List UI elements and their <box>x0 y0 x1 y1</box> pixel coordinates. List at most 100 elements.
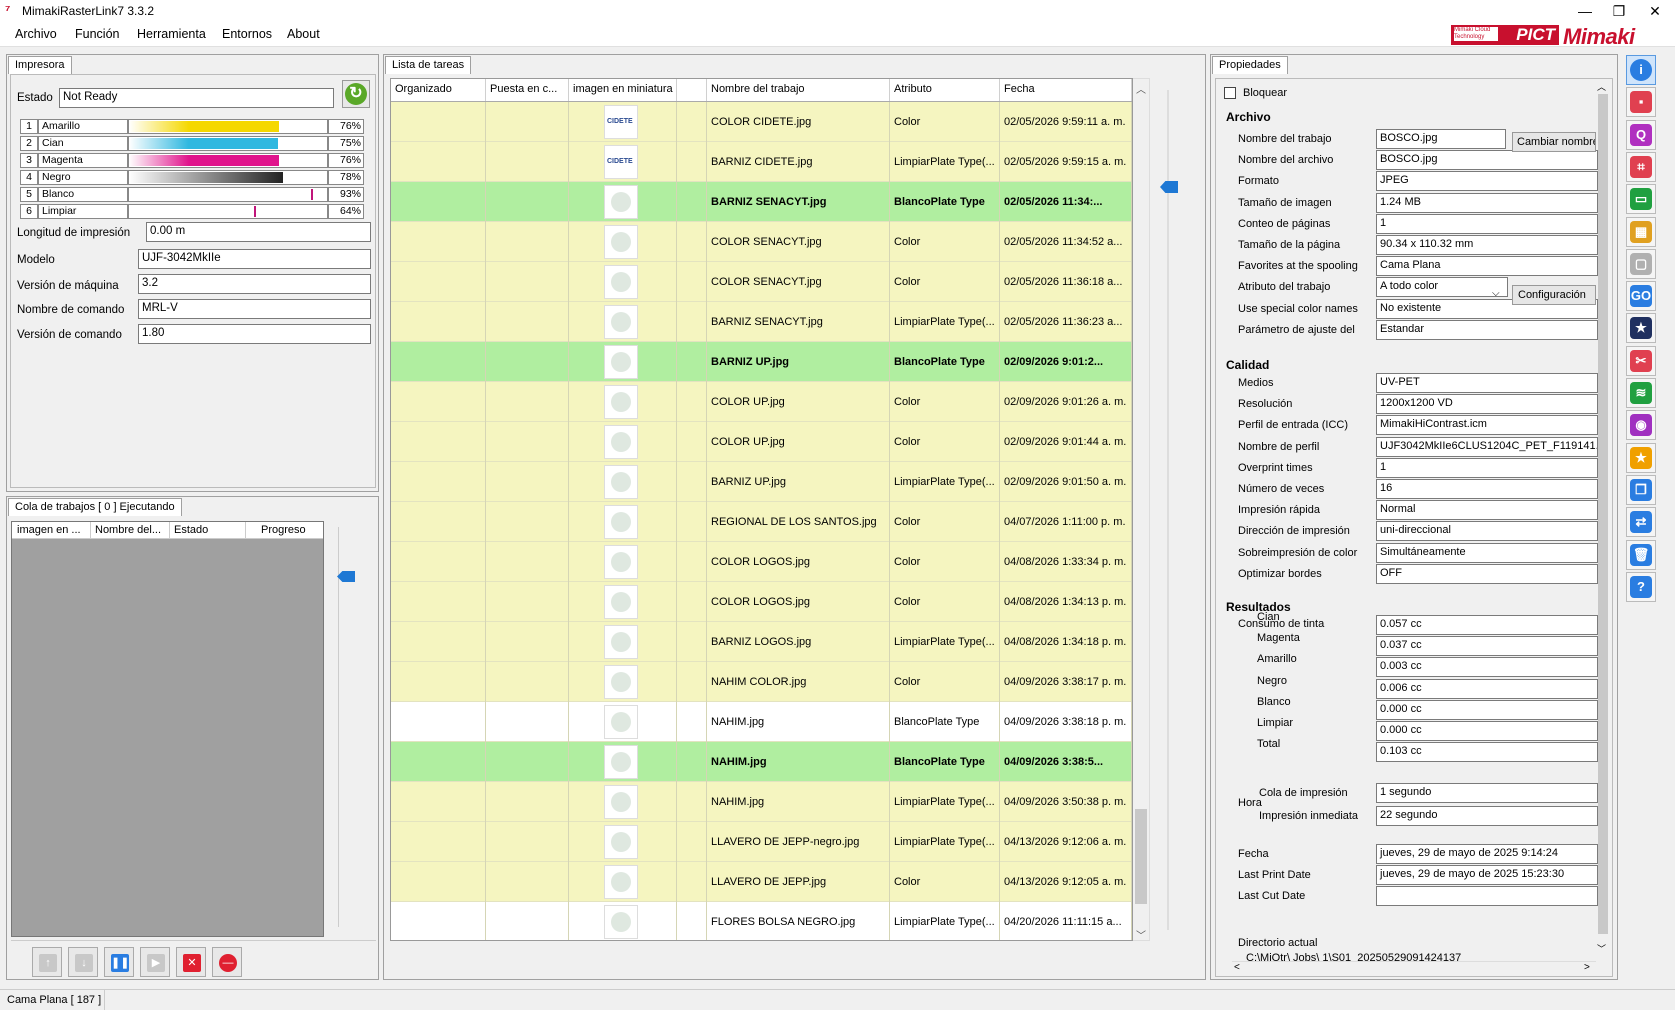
cell-name: REGIONAL DE LOS SANTOS.jpg <box>707 502 890 542</box>
col-fecha[interactable]: Fecha <box>1000 79 1132 101</box>
help-button[interactable]: ? <box>1626 571 1656 602</box>
layers-button[interactable]: ≋ <box>1626 378 1656 408</box>
col-nombre[interactable]: Nombre del trabajo <box>707 79 890 101</box>
ink-fill <box>129 155 279 166</box>
table-row[interactable]: COLOR UP.jpg Color 02/09/2026 9:01:26 a. m… <box>391 382 1132 422</box>
col-thumbnail[interactable]: imagen en miniatura <box>569 79 677 101</box>
tab-impresora[interactable]: Impresora <box>8 56 72 74</box>
print-settings-button[interactable]: ▪ <box>1626 87 1656 118</box>
cell-blank <box>677 782 707 822</box>
table-row[interactable]: BARNIZ SENACYT.jpg LimpiarPlate Type(... 0… <box>391 302 1132 342</box>
prop-value[interactable]: BOSCO.jpg <box>1376 129 1506 149</box>
table-row[interactable]: COLOR SENACYT.jpg Color 02/05/2026 11:34:5… <box>391 222 1132 262</box>
properties-scrollbar[interactable]: ︿ ﹀ <box>1596 80 1610 958</box>
scroll-up-icon[interactable]: ︿ <box>1136 81 1146 96</box>
table-row[interactable]: COLOR SENACYT.jpg Color 02/05/2026 11:36:1… <box>391 262 1132 302</box>
table-row[interactable]: FLORES BOLSA NEGRO.jpg LimpiarPlate Type(… <box>391 902 1132 940</box>
menu-funcion[interactable]: Función <box>75 27 119 41</box>
close-button[interactable]: ✕ <box>1638 0 1672 22</box>
copy-disabled-button[interactable]: ▢ <box>1626 248 1656 279</box>
table-row[interactable]: CIDETE BARNIZ CIDETE.jpg LimpiarPlate Type… <box>391 142 1132 182</box>
cut-button[interactable]: ✂ <box>1626 345 1656 376</box>
table-row[interactable]: CIDETE COLOR CIDETE.jpg Color 02/05/2026 9:… <box>391 102 1132 142</box>
table-row[interactable]: NAHIM.jpg LimpiarPlate Type(... 04/09/2026… <box>391 782 1132 822</box>
layout-button[interactable]: ▭ <box>1626 184 1656 215</box>
menu-herramienta[interactable]: Herramienta <box>137 27 206 41</box>
comando-label: Nombre de comando <box>17 304 125 316</box>
cell-name: NAHIM.jpg <box>707 742 890 782</box>
col-puesta[interactable]: Puesta en c... <box>486 79 569 101</box>
bloquear-checkbox[interactable] <box>1224 87 1236 99</box>
table-row[interactable]: REGIONAL DE LOS SANTOS.jpg Color 04/07/202… <box>391 502 1132 542</box>
cell-thumbnail <box>569 862 677 902</box>
go-button[interactable]: GO <box>1626 281 1656 312</box>
props-hscroll[interactable]: < > <box>1232 961 1596 975</box>
queue-col-thumb[interactable]: imagen en ... <box>17 524 81 536</box>
refresh-button[interactable]: ↻ <box>342 80 370 108</box>
thumbnail-image <box>611 312 631 332</box>
table-row[interactable]: NAHIM COLOR.jpg Color 04/09/2026 3:38:17 p… <box>391 662 1132 702</box>
thumbnail-image <box>611 632 631 652</box>
play-button[interactable]: ▶ <box>140 947 170 977</box>
table-row[interactable]: BARNIZ LOGOS.jpg LimpiarPlate Type(... 04/… <box>391 622 1132 662</box>
col-organizado[interactable]: Organizado <box>391 79 486 101</box>
task-rows[interactable]: CIDETE COLOR CIDETE.jpg Color 02/05/2026 9:… <box>391 102 1132 940</box>
props-scroll-down-icon[interactable]: ﹀ <box>1597 942 1606 955</box>
favorite-button[interactable]: ★ <box>1626 442 1656 473</box>
scroll-down-icon[interactable]: ﹀ <box>1136 927 1146 942</box>
tab-cola-trabajos[interactable]: Cola de trabajos [ 0 ] Ejecutando <box>8 498 182 516</box>
col-atributo[interactable]: Atributo <box>890 79 1000 101</box>
duplicate-button[interactable]: ❐ <box>1626 474 1656 505</box>
thumbnail-image <box>611 912 631 932</box>
cell-name: LLAVERO DE JEPP.jpg <box>707 862 890 902</box>
pause-button[interactable]: ❚❚ <box>104 947 134 977</box>
queue-col-estado[interactable]: Estado <box>169 522 212 539</box>
menu-entornos[interactable]: Entornos <box>222 27 272 41</box>
table-row[interactable]: BARNIZ UP.jpg LimpiarPlate Type(... 02/09/… <box>391 462 1132 502</box>
move-down-button[interactable]: ↓ <box>68 947 98 977</box>
info-button[interactable]: i <box>1626 55 1656 85</box>
queue-col-name[interactable]: Nombre del... <box>90 522 165 539</box>
minimize-button[interactable]: — <box>1568 0 1602 22</box>
props-scroll-up-icon[interactable]: ︿ <box>1597 80 1606 93</box>
task-scrollbar[interactable]: ︿ ﹀ <box>1133 78 1150 942</box>
stop-button[interactable]: — <box>212 947 242 977</box>
table-row[interactable]: COLOR UP.jpg Color 02/09/2026 9:01:44 a. m… <box>391 422 1132 462</box>
table-row[interactable]: LLAVERO DE JEPP-negro.jpg LimpiarPlate Ty… <box>391 822 1132 862</box>
crop-button[interactable]: ⌗ <box>1626 151 1656 182</box>
hscroll-left-icon[interactable]: < <box>1234 962 1240 973</box>
cambiar-nombre-button[interactable]: Cambiar nombre <box>1512 132 1596 152</box>
maximize-button[interactable]: ❐ <box>1602 0 1636 22</box>
table-row[interactable]: BARNIZ UP.jpg BlancoPlate Type 02/09/2026 … <box>391 342 1132 382</box>
prop-label: Amarillo <box>1257 653 1297 666</box>
special-color-button[interactable]: ★ <box>1626 313 1656 344</box>
queue-col-progreso[interactable]: Progreso <box>245 522 321 539</box>
tab-propiedades[interactable]: Propiedades <box>1212 56 1288 74</box>
table-row[interactable]: BARNIZ SENACYT.jpg BlancoPlate Type 02/05/… <box>391 182 1132 222</box>
cancel-job-button[interactable]: ✕ <box>176 947 206 977</box>
cell-blank <box>677 622 707 662</box>
props-scroll-thumb[interactable] <box>1598 94 1608 934</box>
move-up-button[interactable]: ↑ <box>32 947 62 977</box>
merge-button[interactable]: ⇄ <box>1626 507 1656 538</box>
table-row[interactable]: LLAVERO DE JEPP.jpg Color 04/13/2026 9:12:… <box>391 862 1132 902</box>
scroll-thumb[interactable] <box>1135 809 1147 904</box>
hscroll-right-icon[interactable]: > <box>1584 962 1590 973</box>
configuracion-button[interactable]: Configuración <box>1512 285 1596 305</box>
table-row[interactable]: COLOR LOGOS.jpg Color 04/08/2026 1:34:13 p… <box>391 582 1132 622</box>
atributo-dropdown-icon[interactable]: ⌵ <box>1492 288 1500 299</box>
cell-attr: Color <box>890 102 1000 142</box>
delete-button[interactable]: 🗑 <box>1626 539 1656 570</box>
queue-list[interactable]: imagen en ... Nombre del... Estado Progr… <box>11 521 324 937</box>
menu-archivo[interactable]: Archivo <box>15 27 57 41</box>
color-wheel-button[interactable]: ◉ <box>1626 410 1656 441</box>
cell-date: 04/07/2026 1:11:00 p. m. <box>1000 502 1132 542</box>
tile-button[interactable]: ▦ <box>1626 216 1656 247</box>
table-row[interactable]: NAHIM.jpg BlancoPlate Type 04/09/2026 3:38… <box>391 702 1132 742</box>
table-row[interactable]: NAHIM.jpg BlancoPlate Type 04/09/2026 3:38… <box>391 742 1132 782</box>
quality-button[interactable]: Q <box>1626 119 1656 150</box>
table-row[interactable]: COLOR LOGOS.jpg Color 04/08/2026 1:33:34 p… <box>391 542 1132 582</box>
tab-lista-tareas[interactable]: Lista de tareas <box>385 56 472 74</box>
col-blank[interactable] <box>677 79 707 101</box>
menu-about[interactable]: About <box>287 27 320 41</box>
